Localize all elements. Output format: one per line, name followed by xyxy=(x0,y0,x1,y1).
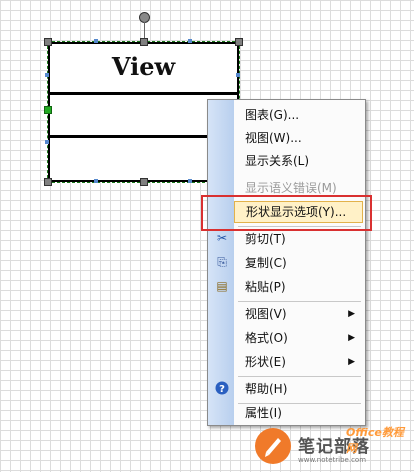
connection-point[interactable] xyxy=(188,179,192,183)
connection-point[interactable] xyxy=(45,73,49,77)
menu-separator xyxy=(238,376,361,377)
annotation-highlight-box xyxy=(201,195,372,231)
resize-handle-left[interactable] xyxy=(44,106,52,114)
menu-item-label: 形状(E) xyxy=(245,355,286,369)
watermark-brand: Office教程网 xyxy=(346,426,404,455)
connection-point[interactable] xyxy=(94,39,98,43)
watermark-logo-icon xyxy=(255,428,291,464)
submenu-arrow-icon: ▶ xyxy=(348,357,355,367)
menu-item-properties[interactable]: 属性(I) xyxy=(234,402,363,424)
connection-point[interactable] xyxy=(94,179,98,183)
connection-point[interactable] xyxy=(236,73,240,77)
context-menu: 图表(G)... 视图(W)... 显示关系(L) 显示语义错误(M) 形状显示… xyxy=(207,99,366,426)
menu-item-format-submenu[interactable]: 格式(O) ▶ xyxy=(234,327,363,349)
menu-item-help[interactable]: 帮助(H) xyxy=(234,378,363,400)
menu-item-view-dialog[interactable]: 视图(W)... xyxy=(234,127,363,149)
menu-item-paste[interactable]: 粘贴(P) xyxy=(234,276,363,298)
resize-handle-top-left[interactable] xyxy=(44,38,52,46)
menu-item-show-relationships[interactable]: 显示关系(L) xyxy=(234,150,363,172)
copy-icon: ⎘ xyxy=(217,255,227,269)
watermark: 笔记部落 www.notetribe.com Office教程网 xyxy=(246,424,414,472)
menu-item-view-submenu[interactable]: 视图(V) ▶ xyxy=(234,303,363,325)
svg-text:?: ? xyxy=(219,384,225,395)
connection-point[interactable] xyxy=(45,140,49,144)
menu-separator xyxy=(238,301,361,302)
watermark-url: www.notetribe.com xyxy=(298,456,367,464)
submenu-arrow-icon: ▶ xyxy=(348,309,355,319)
menu-item-label: 格式(O) xyxy=(245,331,288,345)
resize-handle-top[interactable] xyxy=(140,38,148,46)
menu-item-cut[interactable]: 剪切(T) xyxy=(234,228,363,250)
paste-icon: ▤ xyxy=(216,279,228,293)
menu-item-label: 视图(V) xyxy=(245,307,287,321)
menu-item-chart[interactable]: 图表(G)... xyxy=(234,104,363,126)
connection-point[interactable] xyxy=(188,39,192,43)
shape-divider xyxy=(50,92,237,95)
resize-handle-bottom-left[interactable] xyxy=(44,178,52,186)
menu-item-shape-submenu[interactable]: 形状(E) ▶ xyxy=(234,351,363,373)
resize-handle-bottom[interactable] xyxy=(140,178,148,186)
submenu-arrow-icon: ▶ xyxy=(348,333,355,343)
help-icon: ? xyxy=(214,381,230,397)
resize-handle-top-right[interactable] xyxy=(235,38,243,46)
scissors-icon: ✂ xyxy=(216,231,228,245)
shape-title: View xyxy=(111,52,176,81)
menu-item-copy[interactable]: 复制(C) xyxy=(234,252,363,274)
